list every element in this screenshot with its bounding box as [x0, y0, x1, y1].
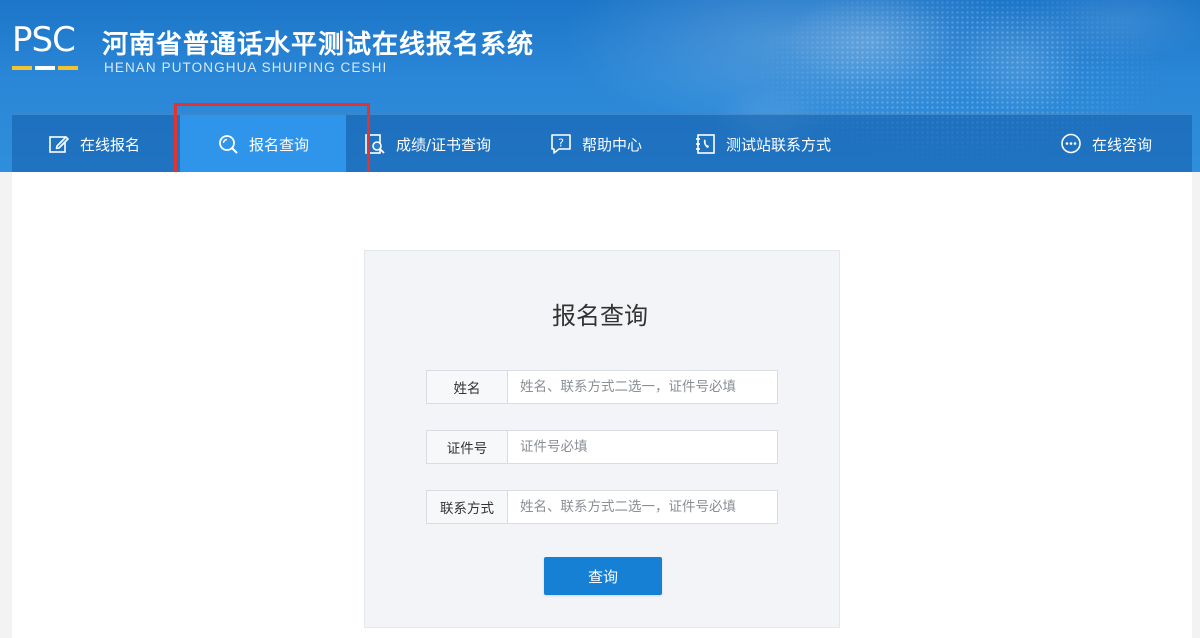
- logo-underline: [12, 66, 78, 70]
- nav-item-help-center[interactable]: ? 帮助中心: [550, 115, 642, 172]
- name-label: 姓名: [427, 371, 508, 403]
- main-nav: 在线报名 报名查询 成绩/证书查询 ? 帮助中心 测试站联系方式 在线咨询: [12, 114, 1192, 172]
- name-input[interactable]: [508, 371, 777, 403]
- id-number-label: 证件号: [427, 431, 508, 463]
- site-title: 河南省普通话水平测试在线报名系统: [102, 30, 535, 60]
- search-icon: [217, 133, 239, 155]
- nav-item-online-register[interactable]: 在线报名: [48, 115, 140, 172]
- contact-input[interactable]: [508, 491, 777, 523]
- name-row: 姓名: [426, 370, 778, 404]
- nav-item-test-station-contact[interactable]: 测试站联系方式: [694, 115, 831, 172]
- id-number-row: 证件号: [426, 430, 778, 464]
- query-button[interactable]: 查询: [544, 557, 662, 595]
- chat-bubble-icon: [1060, 133, 1082, 155]
- nav-label: 报名查询: [248, 135, 309, 154]
- form-title: 报名查询: [552, 302, 648, 330]
- nav-item-registration-query[interactable]: 报名查询: [180, 115, 346, 172]
- psc-logo[interactable]: PSC: [12, 22, 82, 76]
- logo-text: PSC: [12, 20, 76, 60]
- nav-item-score-certificate-query[interactable]: 成绩/证书查询: [364, 115, 491, 172]
- nav-label: 在线报名: [80, 135, 141, 154]
- id-number-input[interactable]: [508, 431, 777, 463]
- svg-text:?: ?: [558, 137, 564, 150]
- nav-label: 帮助中心: [582, 135, 643, 154]
- site-header: PSC 河南省普通话水平测试在线报名系统 HENAN PUTONGHUA SHU…: [0, 0, 1200, 172]
- contact-phone-icon: [694, 133, 716, 155]
- contact-row: 联系方式: [426, 490, 778, 524]
- nav-label: 测试站联系方式: [726, 135, 832, 154]
- online-consult-link[interactable]: 在线咨询: [1060, 115, 1152, 172]
- certificate-search-icon: [364, 133, 386, 155]
- nav-label: 成绩/证书查询: [396, 135, 492, 154]
- nav-label: 在线咨询: [1092, 135, 1153, 154]
- contact-label: 联系方式: [427, 491, 508, 523]
- edit-icon: [48, 133, 70, 155]
- site-subtitle: HENAN PUTONGHUA SHUIPING CESHI: [104, 60, 388, 75]
- help-icon: ?: [550, 133, 572, 155]
